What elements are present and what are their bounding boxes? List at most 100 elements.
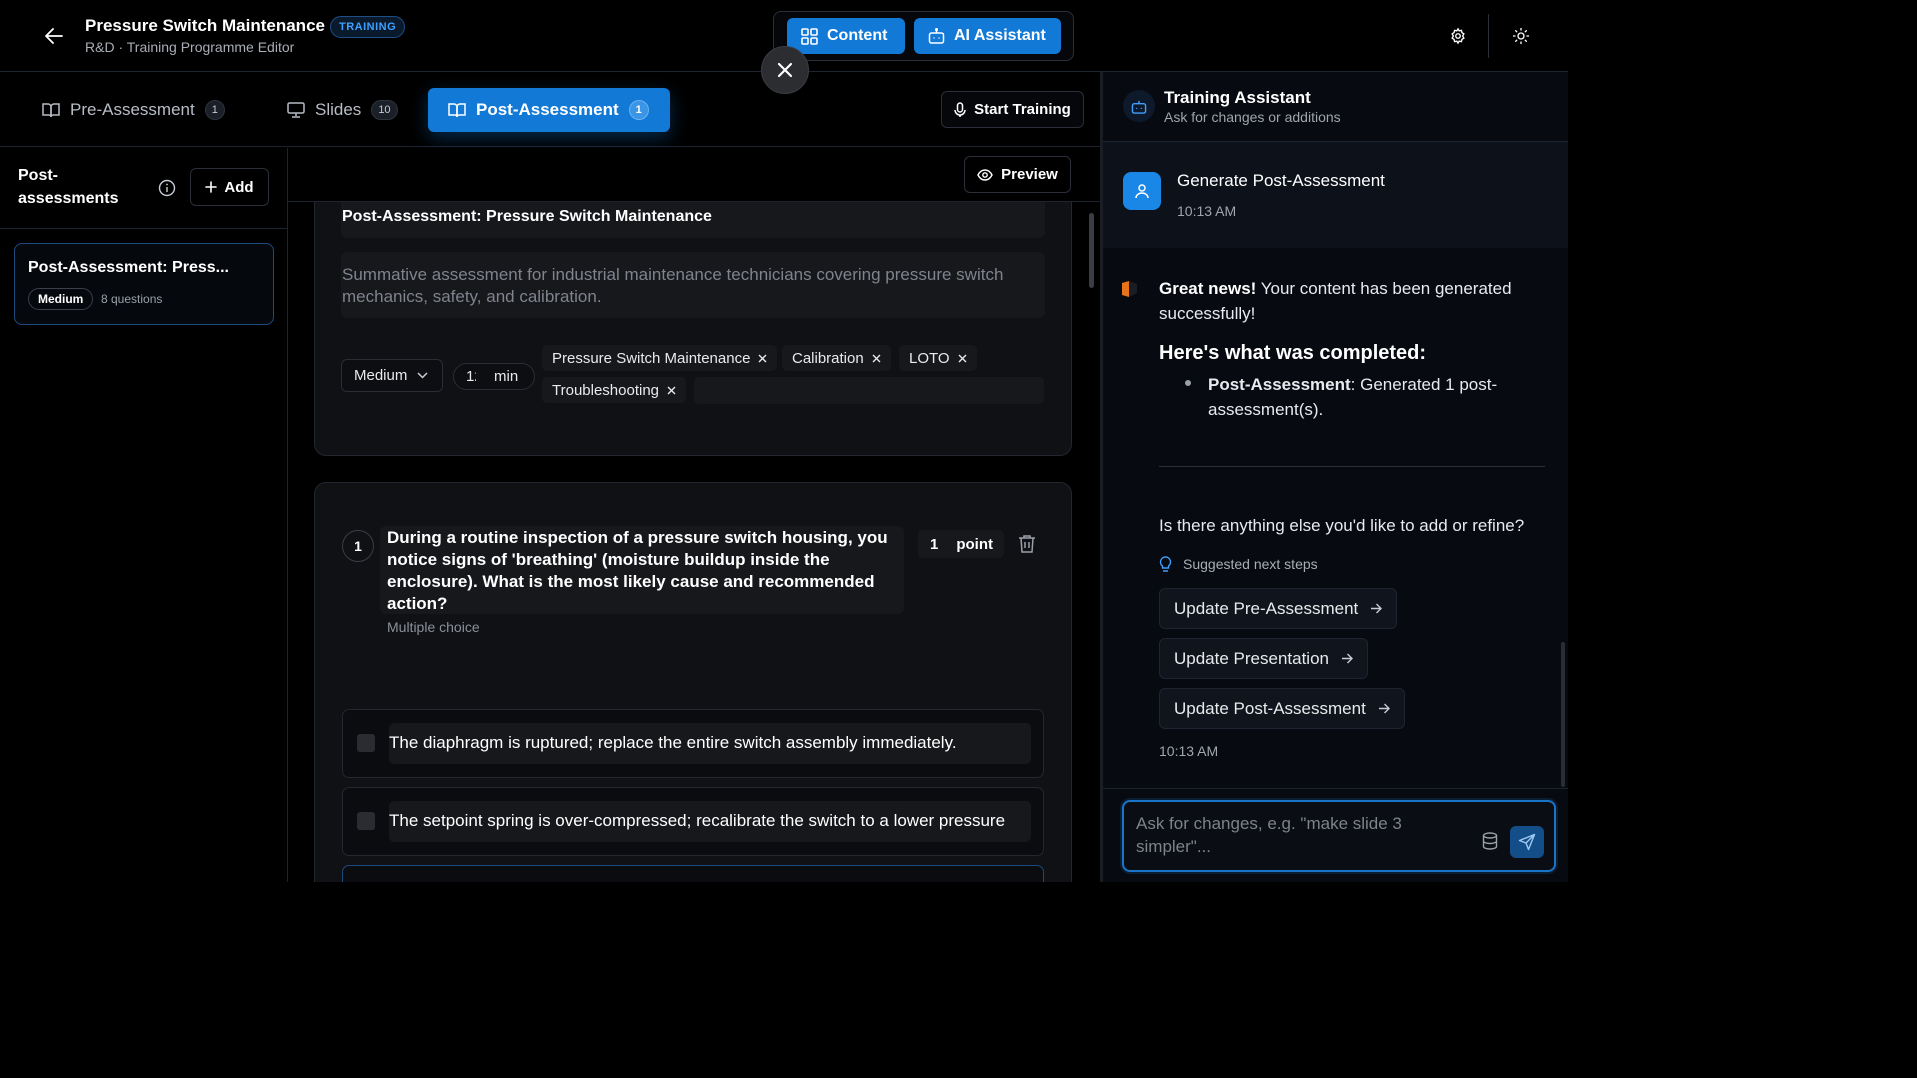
chat-composer	[1122, 800, 1556, 872]
duration-unit: min	[494, 368, 519, 385]
difficulty-value: Medium	[354, 367, 408, 384]
tab-post-assessment[interactable]: Post-Assessment 1	[428, 88, 670, 132]
assistant-scrollbar[interactable]	[1561, 642, 1565, 787]
tab-slides-count: 10	[371, 100, 398, 120]
assistant-message-lead: Great news! Your content has been genera…	[1159, 276, 1544, 326]
monitor-icon	[287, 102, 305, 118]
assessment-title: Post-Assessment: Pressure Switch Mainten…	[342, 208, 712, 225]
bot-icon	[1123, 90, 1155, 122]
tag-label: Calibration	[792, 349, 864, 367]
suggestion-button[interactable]: Update Post-Assessment	[1159, 688, 1405, 729]
plus-icon	[205, 181, 218, 193]
arrow-right-icon	[1370, 603, 1383, 614]
add-label: Add	[224, 178, 254, 196]
chevron-down-icon	[417, 372, 428, 379]
bullet-dot	[1185, 380, 1191, 386]
remove-tag-icon[interactable]	[958, 354, 967, 363]
assistant-message-heading: Here's what was completed:	[1159, 342, 1427, 364]
editor-toolbar: Preview	[288, 148, 1100, 202]
points-input[interactable]: 1 point	[918, 530, 1004, 558]
book-icon	[42, 102, 60, 118]
assistant-message-bullet: Post-Assessment: Generated 1 post-assess…	[1208, 372, 1518, 422]
assessment-editor: Preview Post-Assessment: Pressure Switch…	[288, 148, 1100, 882]
preview-button[interactable]: Preview	[964, 156, 1071, 193]
difficulty-select[interactable]: Medium	[341, 359, 443, 392]
suggestion-button[interactable]: Update Pre-Assessment	[1159, 588, 1398, 629]
remove-tag-icon[interactable]	[667, 386, 676, 395]
question-type: Multiple choice	[387, 619, 480, 635]
add-assessment-button[interactable]: Add	[190, 168, 269, 206]
tag-chip: LOTO	[899, 345, 977, 371]
tag-label: LOTO	[909, 349, 950, 367]
eye-icon	[977, 168, 993, 181]
points-value: 1	[930, 535, 939, 553]
option-checkbox[interactable]	[357, 812, 375, 830]
option-text[interactable]: The diaphragm is ruptured; replace the e…	[389, 723, 1031, 764]
tag-label: Pressure Switch Maintenance	[552, 349, 751, 367]
preview-label: Preview	[1001, 166, 1058, 183]
suggestion-label: Update Post-Assessment	[1174, 698, 1366, 718]
editor-scrollbar[interactable]	[1089, 213, 1094, 288]
tab-pre-assessment[interactable]: Pre-Assessment 1	[28, 88, 239, 132]
start-training-button[interactable]: Start Training	[941, 91, 1084, 128]
back-arrow-icon[interactable]	[40, 24, 68, 48]
book-icon	[448, 102, 466, 118]
tab-slides-label: Slides	[315, 100, 362, 119]
tab-slides[interactable]: Slides 10	[273, 88, 412, 132]
duration-input[interactable]: 12 min	[453, 363, 535, 390]
database-icon[interactable]	[1482, 832, 1500, 850]
assistant-title: Training Assistant	[1164, 88, 1311, 107]
arrow-right-icon	[1341, 653, 1353, 664]
tab-post-assessment-count: 1	[628, 100, 649, 120]
assessment-description: Summative assessment for industrial main…	[342, 265, 1004, 306]
send-button[interactable]	[1510, 826, 1544, 858]
bullet-bold: Post-Assessment	[1208, 375, 1351, 394]
user-message-text: Generate Post-Assessment	[1177, 171, 1385, 190]
option-text[interactable]: The setpoint spring is over-compressed; …	[389, 801, 1031, 842]
suggestions-label: Suggested next steps	[1183, 556, 1318, 572]
info-icon[interactable]	[158, 179, 176, 197]
tab-post-assessment-label: Post-Assessment	[476, 100, 619, 119]
sun-icon[interactable]	[1508, 23, 1534, 49]
list-item[interactable]: Post-Assessment: Press... Medium 8 quest…	[14, 243, 274, 325]
lightbulb-icon	[1159, 556, 1175, 574]
chat-input[interactable]	[1136, 812, 1476, 862]
suggestion-button[interactable]: Update Presentation	[1159, 638, 1368, 679]
content-mode-button[interactable]: Content	[787, 18, 905, 54]
bot-icon	[928, 28, 945, 44]
mode-switch: Content AI Assistant	[773, 11, 1074, 61]
start-training-label: Start Training	[974, 101, 1071, 118]
tab-pre-assessment-label: Pre-Assessment	[70, 100, 195, 119]
answer-option: The diaphragm is ruptured; replace the e…	[342, 709, 1044, 778]
content-mode-label: Content	[827, 27, 888, 44]
tag-chip: Calibration	[782, 345, 891, 371]
training-badge: TRAINING	[330, 16, 406, 38]
send-icon	[1518, 833, 1536, 851]
suggestion-label: Update Presentation	[1174, 648, 1329, 668]
answer-option: The setpoint spring is over-compressed; …	[342, 787, 1044, 856]
user-icon	[1123, 172, 1161, 210]
assistant-subtitle: Ask for changes or additions	[1164, 109, 1341, 125]
tag-chip: Pressure Switch Maintenance	[542, 345, 778, 371]
section-tabs: Pre-Assessment 1 Slides 10 Post-Assessme…	[0, 72, 1100, 147]
assistant-followup: Is there anything else you'd like to add…	[1159, 516, 1525, 535]
difficulty-badge: Medium	[28, 288, 94, 310]
suggestion-label: Update Pre-Assessment	[1174, 598, 1359, 618]
tab-pre-assessment-count: 1	[204, 100, 225, 120]
remove-tag-icon[interactable]	[758, 354, 767, 363]
tag-input[interactable]	[694, 377, 1044, 404]
remove-tag-icon[interactable]	[872, 354, 881, 363]
lead-bold: Great news!	[1159, 279, 1257, 298]
header-divider	[1488, 14, 1489, 58]
assistant-logo-icon	[1120, 280, 1140, 300]
user-message: Generate Post-Assessment 10:13 AM	[1103, 142, 1568, 248]
close-button[interactable]	[761, 46, 809, 94]
tag-label: Troubleshooting	[552, 381, 660, 399]
question-count: 8 questions	[101, 292, 163, 306]
option-checkbox[interactable]	[357, 734, 375, 752]
trash-icon[interactable]	[1018, 534, 1038, 554]
gear-icon[interactable]	[1445, 23, 1471, 49]
points-label: point	[956, 535, 993, 553]
assessment-sidebar: Post-assessments Add Post-Assessment: Pr…	[0, 148, 288, 882]
ai-assistant-mode-button[interactable]: AI Assistant	[914, 18, 1061, 54]
